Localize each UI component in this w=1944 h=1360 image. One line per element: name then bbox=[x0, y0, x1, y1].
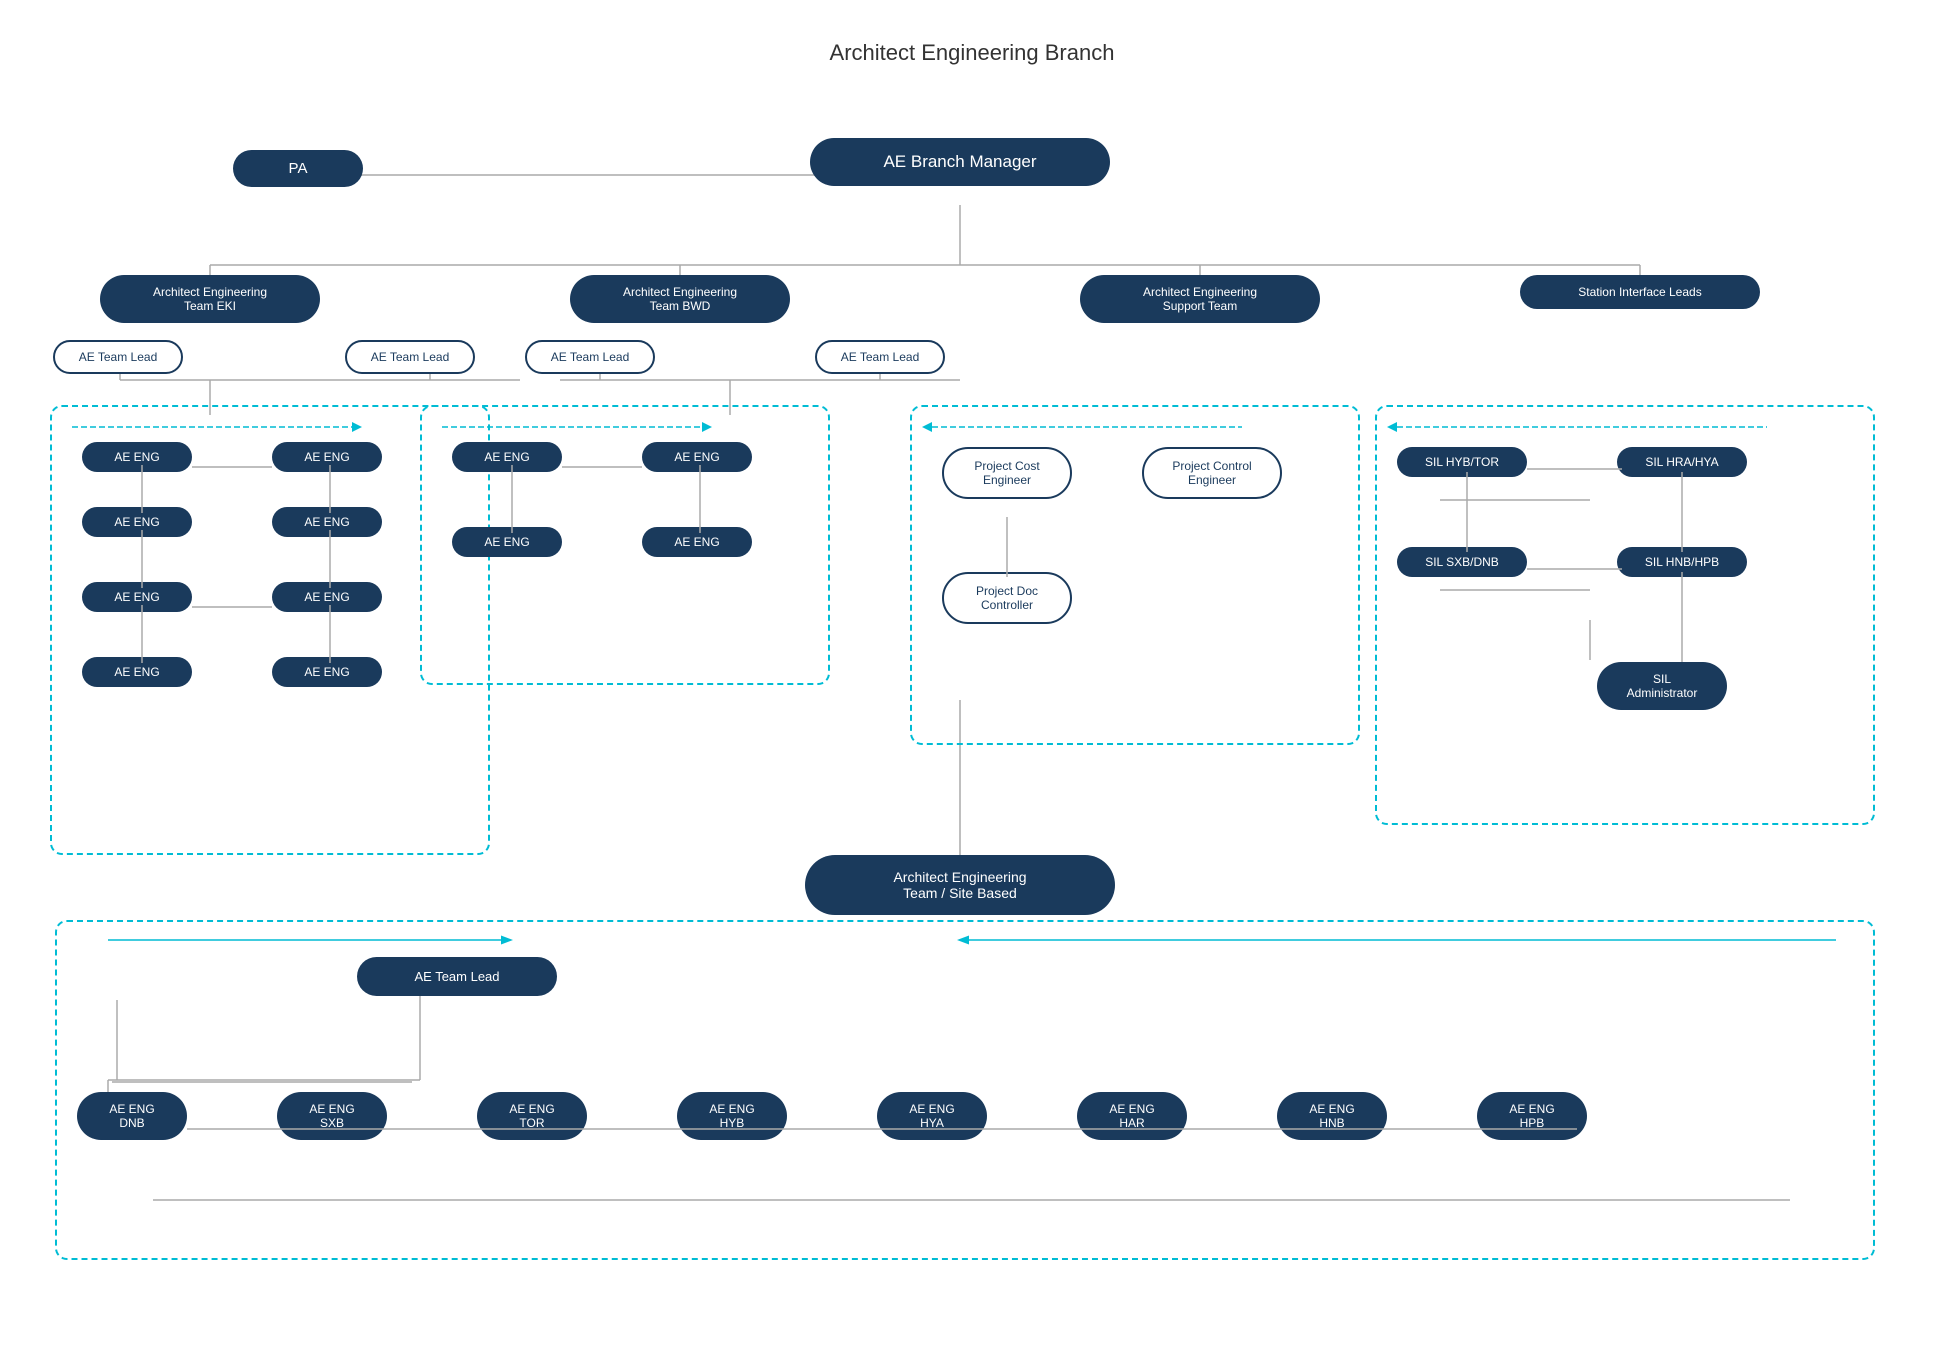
ae-team-lead-bwd-1-node: AE Team Lead bbox=[510, 340, 670, 374]
sil-dashed-box: SIL HYB/TOR SIL HRA/HYA SIL SXB/DNB SIL … bbox=[1375, 405, 1875, 825]
eki-v6 bbox=[325, 605, 335, 663]
project-control-engineer-label: Project ControlEngineer bbox=[1142, 447, 1282, 499]
ae-team-site-based-label: Architect Engineering Team / Site Based bbox=[805, 855, 1115, 915]
sil-inner-arrow bbox=[1387, 417, 1787, 437]
station-interface-leads-node: Station Interface Leads bbox=[1490, 275, 1790, 309]
bwd-dashed-box: AE ENG AE ENG AE ENG AE ENG bbox=[420, 405, 830, 685]
site-v1 bbox=[112, 1000, 122, 1080]
bottom-row-line bbox=[187, 1124, 1587, 1134]
ae-support-team-node: Architect Engineering Support Team bbox=[1055, 275, 1345, 323]
ae-team-lead-bwd-1-label: AE Team Lead bbox=[525, 340, 655, 374]
page-title: Architect Engineering Branch bbox=[20, 20, 1924, 66]
project-control-engineer-node: Project ControlEngineer bbox=[1142, 447, 1282, 499]
sil-administrator-node: SIL Administrator bbox=[1597, 662, 1727, 710]
eki-row3-line bbox=[192, 602, 272, 612]
eki-inner-arrow bbox=[62, 417, 382, 437]
ae-team-lead-eki-1-label: AE Team Lead bbox=[53, 340, 183, 374]
sil-mid-line bbox=[1527, 564, 1622, 574]
project-cost-engineer-node: Project Cost Engineer bbox=[942, 447, 1072, 499]
eki-v2 bbox=[325, 465, 335, 513]
ae-branch-manager-label: AE Branch Manager bbox=[810, 138, 1110, 186]
bwd-inner-arrow bbox=[432, 417, 732, 437]
pa-node: PA bbox=[218, 150, 378, 187]
sil-administrator-label: SIL Administrator bbox=[1597, 662, 1727, 710]
ae-team-lead-site-label: AE Team Lead bbox=[357, 957, 557, 996]
site-h1 bbox=[112, 1077, 412, 1087]
eki-v4 bbox=[325, 530, 335, 588]
ae-team-eki-node: Architect Engineering Team EKI bbox=[75, 275, 345, 323]
eki-v5 bbox=[137, 605, 147, 663]
ae-branch-manager-node: AE Branch Manager bbox=[780, 138, 1140, 186]
support-inner-arrow bbox=[922, 417, 1272, 437]
ae-eng-dnb-label: AE ENG DNB bbox=[77, 1092, 187, 1140]
ae-team-lead-site-node: AE Team Lead bbox=[357, 957, 557, 996]
support-dashed-box: Project Cost Engineer Project ControlEng… bbox=[910, 405, 1360, 745]
pa-label: PA bbox=[233, 150, 363, 187]
eki-row1-line bbox=[192, 462, 272, 472]
eki-v1 bbox=[137, 465, 147, 513]
sil-v3 bbox=[1677, 472, 1687, 552]
station-interface-leads-label: Station Interface Leads bbox=[1520, 275, 1760, 309]
ae-team-lead-bwd-2-label: AE Team Lead bbox=[815, 340, 945, 374]
ae-team-lead-eki-2-node: AE Team Lead bbox=[330, 340, 490, 374]
ae-team-lead-eki-1-node: AE Team Lead bbox=[38, 340, 198, 374]
ae-team-site-based-node: Architect Engineering Team / Site Based bbox=[760, 855, 1160, 915]
project-cost-engineer-label: Project Cost Engineer bbox=[942, 447, 1072, 499]
bwd-v2 bbox=[695, 465, 705, 533]
bwd-v1 bbox=[507, 465, 517, 533]
project-doc-controller-node: Project Doc Controller bbox=[942, 572, 1072, 624]
project-doc-controller-label: Project Doc Controller bbox=[942, 572, 1072, 624]
site-based-dashed-box: AE Team Lead AE ENG DNB AE ENG SXB AE EN… bbox=[55, 920, 1875, 1260]
bwd-row1-line bbox=[562, 462, 642, 472]
page: Architect Engineering Branch bbox=[0, 0, 1944, 1360]
sil-top-line bbox=[1527, 464, 1622, 474]
support-v1 bbox=[1002, 517, 1012, 577]
ae-support-team-label: Architect Engineering Support Team bbox=[1080, 275, 1320, 323]
eki-v3 bbox=[137, 530, 147, 588]
ae-eng-dnb-node: AE ENG DNB bbox=[77, 1092, 187, 1140]
ae-team-bwd-label: Architect Engineering Team BWD bbox=[570, 275, 790, 323]
sil-v1 bbox=[1677, 572, 1687, 662]
ae-team-lead-bwd-2-node: AE Team Lead bbox=[800, 340, 960, 374]
ae-team-bwd-node: Architect Engineering Team BWD bbox=[545, 275, 815, 323]
sil-v2 bbox=[1462, 472, 1472, 552]
ae-team-eki-label: Architect Engineering Team EKI bbox=[100, 275, 320, 323]
ae-team-lead-eki-2-label: AE Team Lead bbox=[345, 340, 475, 374]
